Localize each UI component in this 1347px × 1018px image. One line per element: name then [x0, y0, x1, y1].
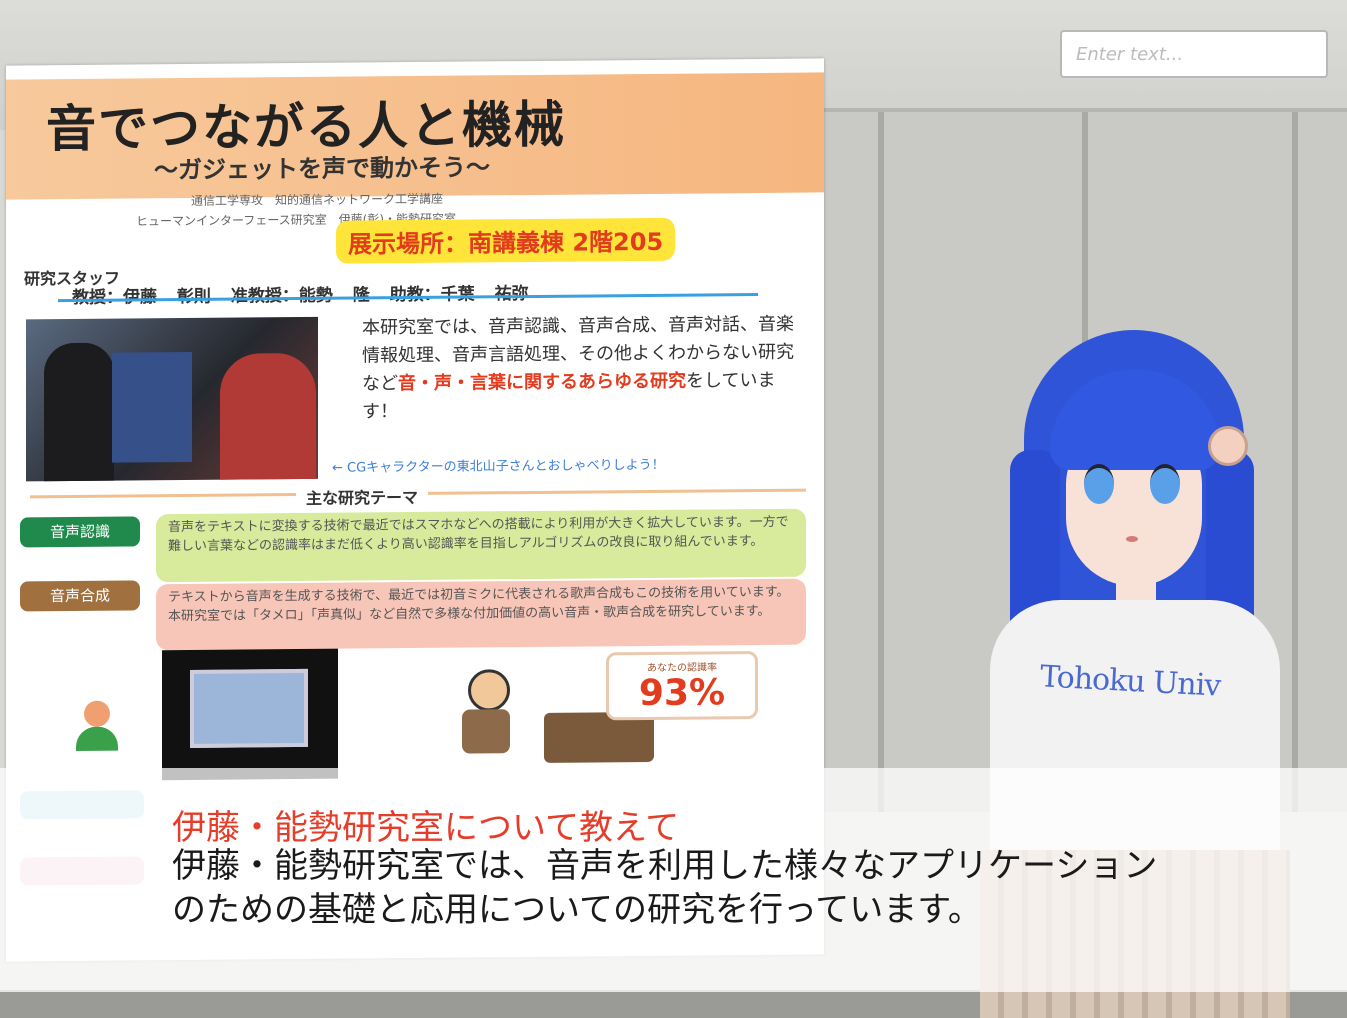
poster-subtitle: 〜ガジェットを声で動かそう〜 — [154, 153, 490, 185]
intro-text: 本研究室では、音声認識、音声合成、音声対話、音楽情報処理、音声言語処理、その他よ… — [362, 311, 802, 427]
lab-photo — [26, 316, 318, 482]
monitor-illustration — [162, 648, 338, 781]
monitor-screen — [190, 668, 308, 748]
photo-person — [220, 352, 316, 480]
poster-illustrations: あなたの認識率 93% — [66, 645, 766, 781]
intro-highlight: 音・声・言葉に関するあらゆる研究 — [398, 370, 686, 395]
theme-description: テキストから音声を生成する技術で、最近では初音ミクに代表される歌声合成もこの技術… — [156, 578, 806, 651]
avatar-mouth — [1126, 536, 1138, 542]
photo-display — [112, 351, 192, 463]
illustration-body — [76, 726, 118, 751]
photo-person — [44, 342, 114, 482]
staff-list: 教授：伊藤 彰則 准教授：能勢 隆 助教：千葉 祐弥 — [72, 279, 529, 308]
avatar-eye — [1084, 464, 1114, 504]
singing-man-illustration — [446, 669, 526, 760]
locker-divider — [878, 112, 884, 812]
stat-value: 93% — [638, 672, 726, 715]
avatar-eye — [1150, 464, 1180, 504]
poster-affiliation: 通信工学専攻 知的通信ネットワーク工学講座 — [191, 191, 444, 208]
hair-clip-icon — [1208, 426, 1248, 466]
game-scene: 音でつながる人と機械 〜ガジェットを声で動かそう〜 通信工学専攻 知的通信ネット… — [0, 0, 1347, 1018]
agent-answer: 伊藤・能勢研究室では、音声を利用した様々なアプリケーションのための基礎と応用につ… — [172, 846, 1158, 930]
cg-character-note: ← CGキャラクターの東北山子さんとおしゃべりしよう！ — [332, 457, 665, 476]
illustration-head — [84, 700, 110, 727]
illustration-head — [468, 669, 510, 712]
theme-tag-speech-synthesis: 音声合成 — [20, 580, 140, 612]
location-badge: 展示場所：南講義棟 2階205 — [336, 217, 676, 264]
chat-text-input[interactable] — [1060, 30, 1328, 78]
theme-tag-speech-recognition: 音声認識 — [20, 516, 140, 548]
themes-heading: 主な研究テーマ — [296, 483, 429, 510]
recognition-rate-badge: あなたの認識率 93% — [606, 651, 758, 721]
person-illustration — [66, 690, 136, 761]
illustration-body — [462, 709, 510, 754]
user-question: 伊藤・能勢研究室について教えて — [172, 808, 680, 848]
theme-description: 音声をテキストに変換する技術で最近ではスマホなどへの搭載により利用が大きく拡大し… — [156, 508, 806, 583]
